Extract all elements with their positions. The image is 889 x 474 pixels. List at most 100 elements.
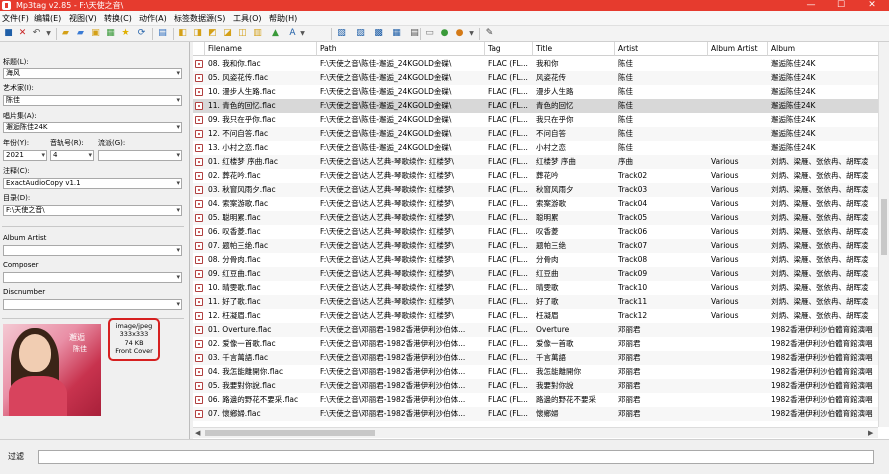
col-artist-header[interactable]: Artist [615,42,708,56]
flac-file-icon [195,200,203,208]
table-row[interactable]: 05. 聪明累.flac F:\天使之音\达人艺典-琴歌续作: 红楼梦\ FLAC … [193,211,889,225]
options-icon[interactable]: ▧ [336,28,347,39]
menu-convert[interactable]: 转换(C) [104,13,132,24]
cell-album: 邂逅陈佳24K [771,115,816,124]
filename-to-tag-icon[interactable]: ◨ [192,28,203,39]
amazon-icon[interactable]: ▤ [409,28,420,39]
col-title-header[interactable]: Title [533,42,615,56]
dropdown-icon[interactable]: ▼ [43,28,54,39]
artist-field[interactable]: 陈佳 ▾ [3,95,182,106]
maximize-button[interactable]: ☐ [830,0,852,11]
menu-actions[interactable]: 动作(A) [139,13,167,24]
table-row[interactable]: 10. 晴雯歌.flac F:\天使之音\达人艺典-琴歌续作: 红楼梦\ FLAC … [193,281,889,295]
track-field[interactable]: 4 ▾ [50,150,94,161]
menu-help[interactable]: 帮助(H) [269,13,297,24]
freedb-icon[interactable]: ▨ [355,28,366,39]
menu-tag-sources[interactable]: 标签数据源(S) [174,13,225,24]
album-artist-field[interactable]: ▾ [3,245,182,256]
file-list[interactable]: Filename Path Tag Title Artist Album Art… [193,42,889,439]
table-row[interactable]: 03. 千言萬語.flac F:\天使之音\邓丽君-1982香港伊利沙伯体... F… [193,351,889,365]
vertical-scrollbar[interactable] [878,42,889,427]
year-field[interactable]: 2021 ▾ [3,150,47,161]
open-folder-icon[interactable]: ▰ [60,28,71,39]
playlist-icon[interactable]: ▥ [252,28,263,39]
autonumber-icon[interactable]: ▲ [270,28,281,39]
album-field[interactable]: 邂逅陈佳24K ▾ [3,122,182,133]
undo-icon[interactable]: ↶ [31,28,42,39]
directory-field[interactable]: F:\天使之音\ ▾ [3,205,182,216]
discogs-icon[interactable]: ▩ [373,28,384,39]
save-icon[interactable]: ■ [3,28,14,39]
add-folder-icon[interactable]: ▰ [75,28,86,39]
table-row[interactable]: 01. 红楼梦 序曲.flac F:\天使之音\达人艺典-琴歌续作: 红楼梦\ FL… [193,155,889,169]
cover-art-image[interactable]: 邂逅 陈佳 [3,324,101,416]
scroll-thumb[interactable] [881,199,887,255]
table-row[interactable]: 02. 葬花吟.flac F:\天使之音\达人艺典-琴歌续作: 红楼梦\ FLAC … [193,169,889,183]
title-field[interactable]: 海风 ▾ [3,68,182,79]
col-icon-header[interactable] [193,42,205,56]
text-to-tag-icon[interactable]: ◩ [207,28,218,39]
col-album-artist-header[interactable]: Album Artist [708,42,768,56]
menu-file[interactable]: 文件(F) [2,13,29,24]
col-tag-header[interactable]: Tag [485,42,533,56]
favorites-icon[interactable]: ▣ [90,28,101,39]
table-row[interactable]: 07. 题帕三绝.flac F:\天使之音\达人艺典-琴歌续作: 红楼梦\ FLAC… [193,239,889,253]
musicbrainz-icon[interactable]: ▦ [391,28,402,39]
cell-album: 邂逅陈佳24K [771,143,816,152]
scroll-thumb[interactable] [205,430,375,436]
table-row[interactable]: 09. 红豆曲.flac F:\天使之音\达人艺典-琴歌续作: 红楼梦\ FLAC … [193,267,889,281]
table-row[interactable]: 03. 秋窗风雨夕.flac F:\天使之音\达人艺典-琴歌续作: 红楼梦\ FLA… [193,183,889,197]
tools-dropdown-icon[interactable]: ▼ [466,28,477,39]
table-row[interactable]: 11. 青色的回忆.flac F:\天使之音\陈佳-邂逅_24KGOLD金碟\ FL… [193,99,889,113]
discnumber-field[interactable]: ▾ [3,299,182,310]
table-row[interactable]: 10. 漫步人生路.flac F:\天使之音\陈佳-邂逅_24KGOLD金碟\ FL… [193,85,889,99]
table-row[interactable]: 11. 好了歌.flac F:\天使之音\达人艺典-琴歌续作: 红楼梦\ FLAC … [193,295,889,309]
print-icon[interactable]: ▭ [424,28,435,39]
table-row[interactable]: 04. 我怎能離開你.flac F:\天使之音\邓丽君-1982香港伊利沙伯体..… [193,365,889,379]
table-row[interactable]: 04. 索案游歌.flac F:\天使之音\达人艺典-琴歌续作: 红楼梦\ FLAC… [193,197,889,211]
table-row[interactable]: 05. 我要對你說.flac F:\天使之音\邓丽君-1982香港伊利沙伯体...… [193,379,889,393]
genre-field[interactable]: ▾ [98,150,182,161]
cell-path: F:\天使之音\陈佳-邂逅_24KGOLD金碟\ [320,143,452,152]
scroll-right-icon[interactable]: ▶ [868,428,873,438]
tag-to-tag-icon[interactable]: ◪ [222,28,233,39]
composer-label: Composer [3,261,39,269]
table-row[interactable]: 12. 枉凝眉.flac F:\天使之音\达人艺典-琴歌续作: 红楼梦\ FLAC … [193,309,889,323]
tag-to-filename-icon[interactable]: ◧ [177,28,188,39]
table-row[interactable]: 07. 懷鄉婦.flac F:\天使之音\邓丽君-1982香港伊利沙伯体... FL… [193,407,889,421]
scroll-left-icon[interactable]: ◀ [195,428,200,438]
format-dropdown-icon[interactable]: ▼ [297,28,308,39]
table-row[interactable]: 08. 分骨肉.flac F:\天使之音\达人艺典-琴歌续作: 红楼梦\ FLAC … [193,253,889,267]
flac-file-icon [195,298,203,306]
menu-tools[interactable]: 工具(O) [233,13,262,24]
horizontal-scrollbar[interactable]: ◀ ▶ [193,427,878,438]
col-path-header[interactable]: Path [317,42,485,56]
table-row[interactable]: 06. 叹香菱.flac F:\天使之音\达人艺典-琴歌续作: 红楼梦\ FLAC … [193,225,889,239]
select-icon[interactable]: ▤ [157,28,168,39]
table-row[interactable]: 01. Overture.flac F:\天使之音\邓丽君-1982香港伊利沙伯体… [193,323,889,337]
col-filename-header[interactable]: Filename [205,42,317,56]
table-row[interactable]: 09. 我只在乎你.flac F:\天使之音\陈佳-邂逅_24KGOLD金碟\ FL… [193,113,889,127]
filter-input[interactable] [38,450,874,464]
minimize-button[interactable]: — [800,0,822,11]
table-row[interactable]: 13. 小村之恋.flac F:\天使之音\陈佳-邂逅_24KGOLD金碟\ FLA… [193,141,889,155]
table-row[interactable]: 12. 不问自答.flac F:\天使之音\陈佳-邂逅_24KGOLD金碟\ FLA… [193,127,889,141]
star-icon[interactable]: ★ [120,28,131,39]
remove-icon[interactable]: ✕ [17,28,28,39]
composer-field[interactable]: ▾ [3,272,182,283]
tools-icon[interactable]: ● [454,28,465,39]
col-album-header[interactable]: Album [768,42,889,56]
table-row[interactable]: 05. 风姿花传.flac F:\天使之音\陈佳-邂逅_24KGOLD金碟\ FLA… [193,71,889,85]
web-icon[interactable]: ● [439,28,450,39]
reload-icon[interactable]: ⟳ [136,28,147,39]
table-row[interactable]: 02. 爱像一首歌.flac F:\天使之音\邓丽君-1982香港伊利沙伯体...… [193,337,889,351]
menu-edit[interactable]: 编辑(E) [34,13,61,24]
refresh-icon[interactable]: ▦ [105,28,116,39]
table-row[interactable]: 06. 路邊的野花不要采.flac F:\天使之音\邓丽君-1982香港伊利沙伯体… [193,393,889,407]
wrench-icon[interactable]: ✎ [484,28,495,39]
menu-view[interactable]: 视图(V) [69,13,97,24]
comment-field[interactable]: ExactAudioCopy v1.1 ▾ [3,178,182,189]
close-button[interactable]: ✕ [861,0,883,11]
table-row[interactable]: 08. 我和你.flac F:\天使之音\陈佳-邂逅_24KGOLD金碟\ FLAC… [193,57,889,71]
export-icon[interactable]: ◫ [237,28,248,39]
